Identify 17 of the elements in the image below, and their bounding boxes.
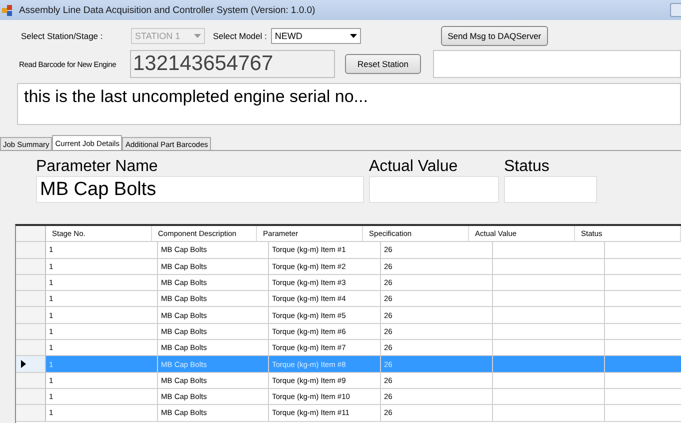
field-label: Status [504, 157, 550, 176]
barcode-field[interactable]: 132143654767 [130, 50, 335, 78]
input-field[interactable] [433, 50, 681, 78]
field-label: Select Station/Stage : [21, 31, 104, 41]
model-dropdown[interactable]: NEWD [270, 28, 361, 44]
app-icon [2, 4, 13, 16]
window-title: Assembly Line Data Acquisition and Controller System (Version: 1.0.0) [19, 4, 316, 16]
dropdown-arrow-icon [350, 34, 357, 38]
reset-station-button[interactable]: Reset Station [345, 54, 421, 74]
current-row-icon [21, 360, 26, 368]
field-label: Actual Value [369, 157, 459, 176]
message-box: this is the last uncompleted engine serial no... [17, 83, 681, 125]
field-label: Parameter Name [36, 157, 159, 176]
parameter-name-field: MB Cap Bolts [36, 176, 364, 203]
field-label: Select Model : [213, 31, 267, 41]
dropdown-arrow-icon [194, 34, 201, 38]
send-message-button[interactable]: Send Msg to DAQServer [440, 26, 548, 46]
